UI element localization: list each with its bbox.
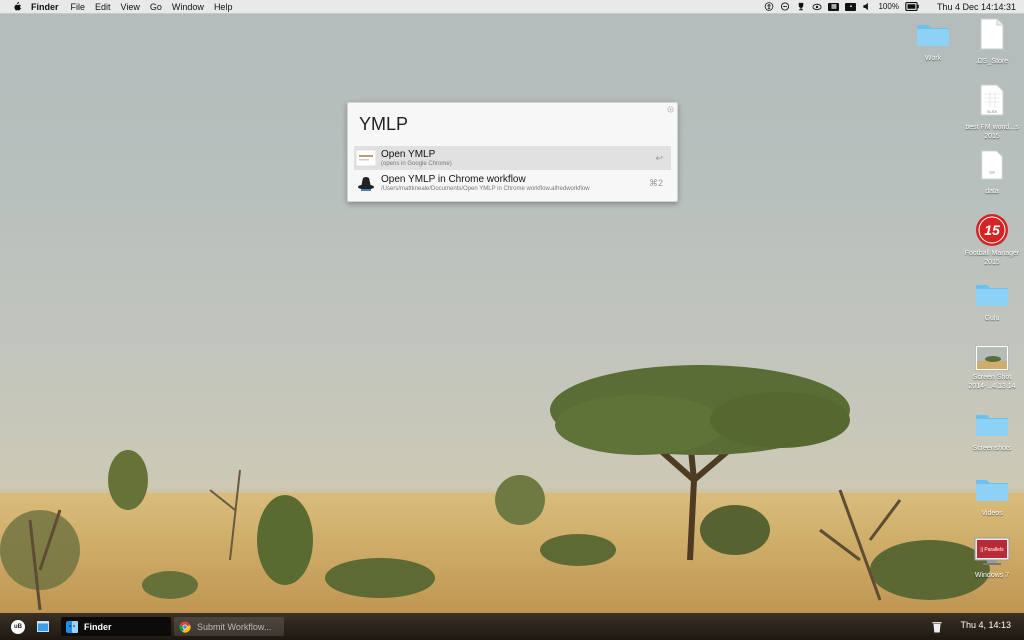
icon-label: Screenshots xyxy=(972,445,1012,452)
sync-icon[interactable] xyxy=(780,2,790,11)
accessibility-icon[interactable] xyxy=(764,2,774,11)
desktop-icon-football-manager[interactable]: 15 Football Manager 2015 xyxy=(960,213,1024,267)
icon-label: Videos xyxy=(981,510,1003,517)
folder-icon xyxy=(917,25,949,46)
shortcut-hint: ⌘2 xyxy=(648,178,663,188)
return-key-hint: ↩ xyxy=(655,153,663,163)
result-subtitle: (opens in Google Chrome) xyxy=(381,160,452,167)
desktop-icon-videos[interactable]: Videos xyxy=(960,476,1024,518)
chrome-icon xyxy=(179,621,191,633)
alfred-query-input[interactable]: YMLP xyxy=(359,114,408,135)
menu-help[interactable]: Help xyxy=(214,2,233,12)
icon-label: Football Manager 2015 xyxy=(964,250,1020,266)
icon-label: Windows 7 xyxy=(974,572,1010,579)
csv-document-icon: csv xyxy=(981,150,1003,180)
menu-edit[interactable]: Edit xyxy=(95,2,111,12)
alfred-hat-icon xyxy=(358,177,374,191)
desktop-icon-work[interactable]: Work xyxy=(901,21,965,63)
alfred-window: YMLP Open YMLP (opens in Google Chrome) … xyxy=(347,102,678,202)
creative-cloud-icon[interactable] xyxy=(812,2,822,11)
menu-bar: Finder File Edit View Go Window Help ▦ ▪… xyxy=(0,0,1024,14)
taskbar-task-finder[interactable]: Finder xyxy=(61,617,171,636)
folder-icon xyxy=(976,415,1008,436)
battery-percent: 100% xyxy=(878,2,899,11)
taskbar-task-chrome[interactable]: Submit Workflow... xyxy=(174,617,284,636)
screenshot-icon xyxy=(975,345,1009,371)
menu-file[interactable]: File xyxy=(71,2,86,12)
desktop-icon-ds-store[interactable]: .DS_Store xyxy=(960,18,1024,66)
icon-label: Screen Shot 2014-...4.13.14 xyxy=(968,374,1016,390)
gear-icon[interactable] xyxy=(667,106,674,113)
finder-window-icon[interactable] xyxy=(37,621,49,632)
taskbar-clock[interactable]: Thu 4, 14:13 xyxy=(960,620,1011,630)
alfred-result-open-workflow[interactable]: Open YMLP in Chrome workflow /Users/matt… xyxy=(354,171,671,195)
menu-extra-icon[interactable]: ▦ xyxy=(828,2,840,11)
folder-icon xyxy=(976,480,1008,501)
menu-go[interactable]: Go xyxy=(150,2,162,12)
csv-badge: csv xyxy=(989,170,995,174)
menu-clock[interactable]: Thu 4 Dec 14:14:31 xyxy=(937,2,1016,12)
result-title: Open YMLP in Chrome workflow xyxy=(381,173,526,185)
status-area: ▦ ▪ 100% Thu 4 Dec 14:14:31 xyxy=(764,0,1016,13)
trophy-icon[interactable] xyxy=(796,2,806,11)
desktop-icon-best-fm[interactable]: XLSX best FM wond...s 2015 xyxy=(960,84,1024,141)
fm15-app-icon: 15 xyxy=(976,214,1008,246)
desktop-icon-windows-7[interactable]: || Parallels Windows 7 xyxy=(960,537,1024,580)
task-label: Finder xyxy=(84,621,112,632)
app-menu-icon[interactable]: ▪ xyxy=(845,2,857,11)
xlsx-badge: XLSX xyxy=(987,109,998,114)
ubar-start-button[interactable]: uB xyxy=(11,620,25,634)
result-title: Open YMLP xyxy=(381,148,436,160)
folder-icon xyxy=(976,285,1008,306)
menu-window[interactable]: Window xyxy=(172,2,204,12)
wallpaper-trees xyxy=(0,365,990,611)
taskbar: uB Finder Submit Workflow... Thu 4, 14:1… xyxy=(0,613,1024,640)
desktop-icon-screenshots[interactable]: Screenshots xyxy=(960,411,1024,453)
xlsx-document-icon: XLSX xyxy=(980,84,1004,116)
icon-label: data xyxy=(985,188,999,195)
finder-icon xyxy=(66,620,78,633)
start-label: uB xyxy=(14,624,22,630)
icon-label: Work xyxy=(924,55,942,62)
task-label: Submit Workflow... xyxy=(197,621,272,632)
desktop-icon-screen-shot[interactable]: Screen Shot 2014-...4.13.14 xyxy=(960,345,1024,391)
result-subtitle: /Users/mattkneale/Documents/Open YMLP in… xyxy=(381,185,590,192)
desktop-icon-data[interactable]: csv data xyxy=(960,150,1024,196)
icon-label: best FM wond...s 2015 xyxy=(965,124,1019,140)
ymlp-logo-icon xyxy=(356,149,376,167)
trash-icon[interactable] xyxy=(932,621,942,633)
icon-label: Gulu xyxy=(984,315,1000,322)
parallels-vm-icon: || Parallels xyxy=(974,537,1010,565)
volume-icon[interactable] xyxy=(862,2,872,11)
desktop-icon-gulu[interactable]: Gulu xyxy=(960,281,1024,323)
icon-label: .DS_Store xyxy=(975,58,1009,65)
document-icon xyxy=(980,18,1004,50)
apple-icon[interactable] xyxy=(12,1,22,12)
fm15-badge: 15 xyxy=(984,222,1000,238)
menu-view[interactable]: View xyxy=(121,2,140,12)
battery-icon[interactable] xyxy=(905,2,919,11)
menu-app-name[interactable]: Finder xyxy=(31,2,59,12)
alfred-result-open-ymlp[interactable]: Open YMLP (opens in Google Chrome) ↩ xyxy=(354,146,671,170)
parallels-badge: || Parallels xyxy=(980,547,1004,553)
